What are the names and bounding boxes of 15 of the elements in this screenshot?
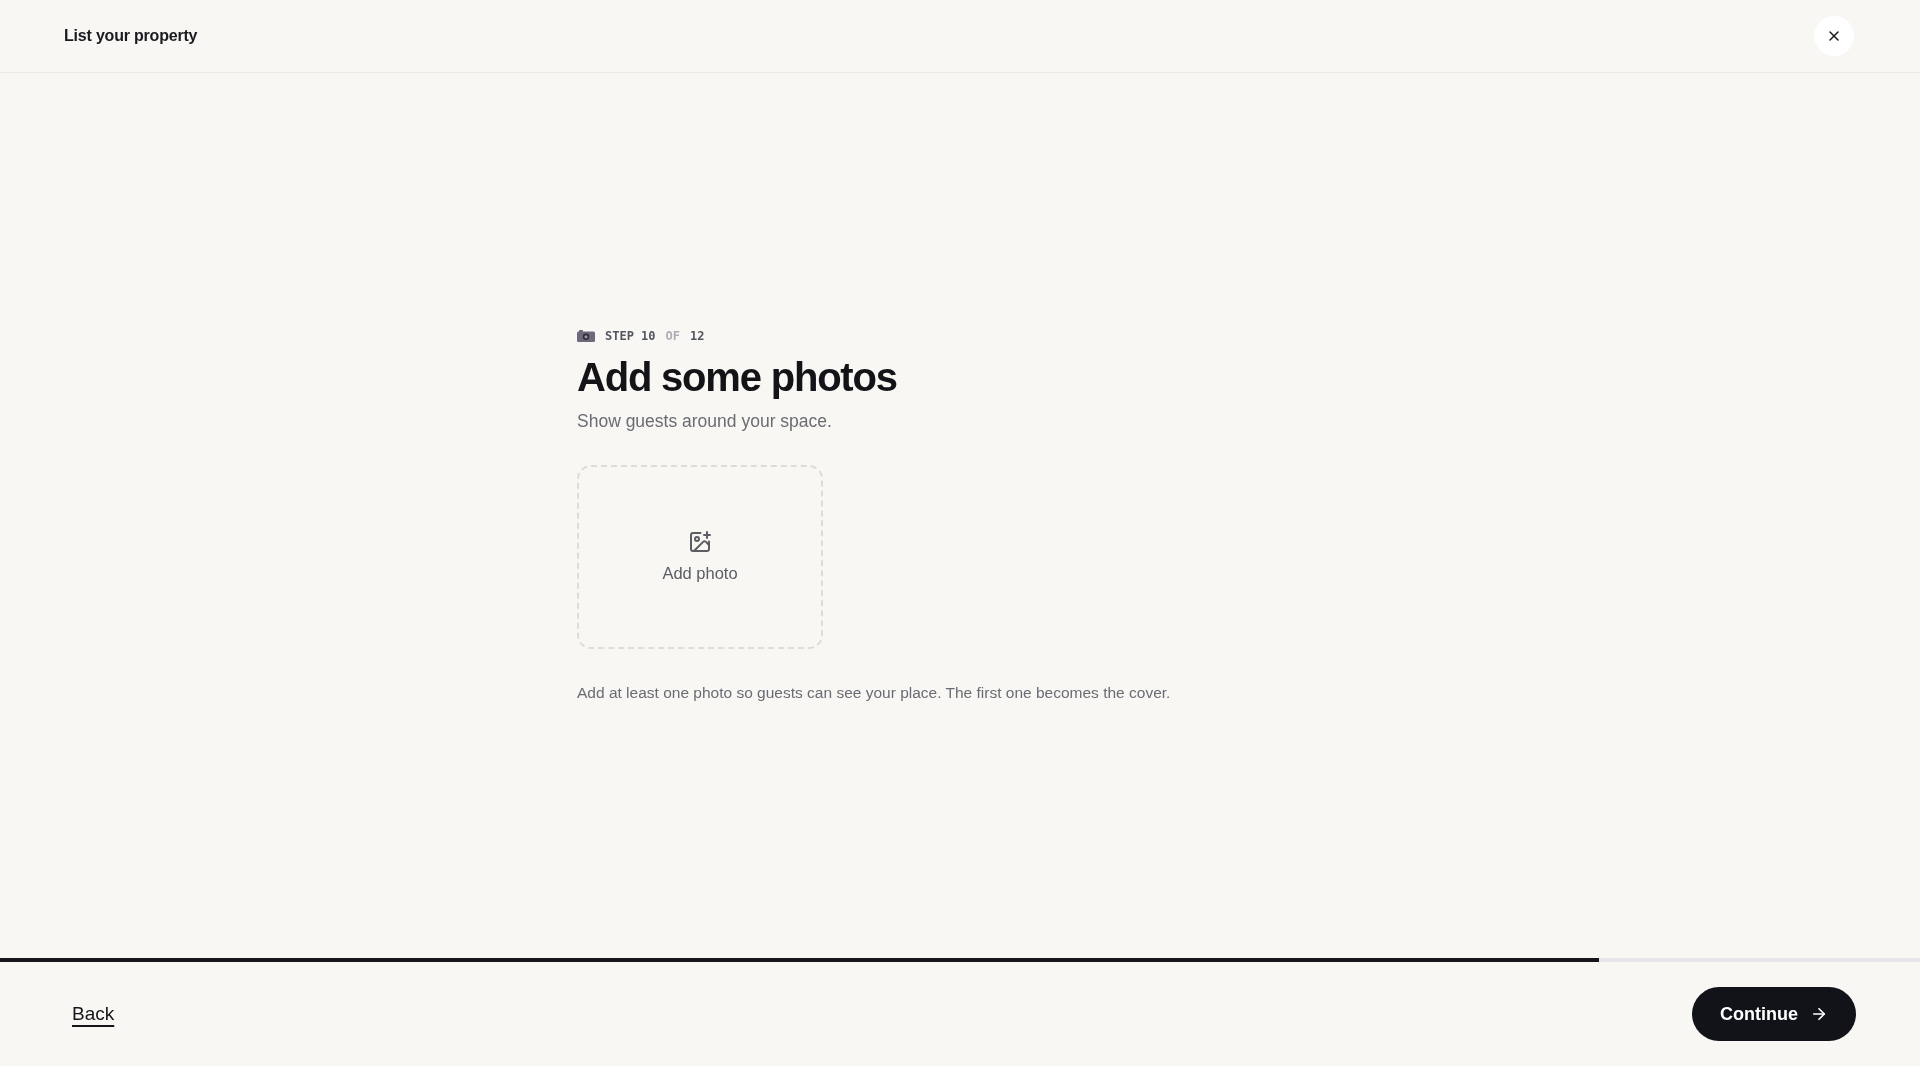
step-total-text: 12	[690, 328, 705, 343]
back-link[interactable]: Back	[72, 1003, 115, 1025]
step-separator-text: OF	[665, 328, 681, 343]
close-button[interactable]	[1814, 16, 1854, 56]
arrow-right-icon	[1810, 1005, 1828, 1023]
image-plus-icon	[688, 530, 712, 554]
page-subtitle: Show guests around your space.	[577, 409, 832, 433]
step-counter-text: STEP 10	[605, 328, 656, 343]
page-heading: Add some photos	[577, 353, 897, 400]
camera-icon	[577, 329, 595, 342]
continue-button[interactable]: Continue	[1692, 987, 1856, 1041]
helper-text: Add at least one photo so guests can see your place. The first one becomes the cover.	[577, 682, 1171, 703]
close-icon	[1826, 28, 1842, 44]
page-title: List your property	[64, 27, 198, 45]
add-photo-button[interactable]: Add photo	[577, 464, 823, 649]
